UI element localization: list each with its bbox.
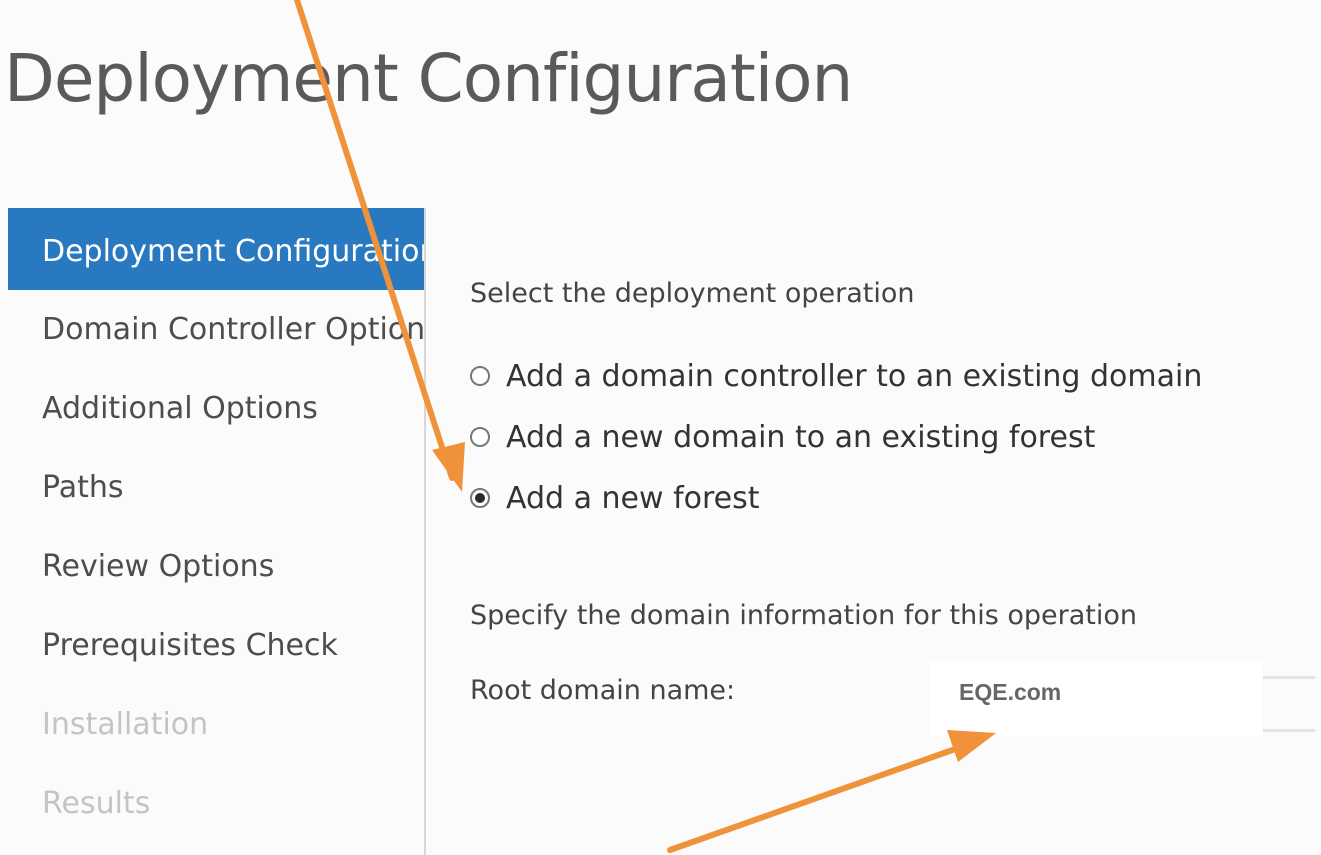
radio-label: Add a new forest (506, 480, 760, 516)
sidebar-item-review-options[interactable]: Review Options (8, 527, 424, 606)
sidebar-item-results: Results (42, 786, 151, 821)
sidebar-item-domain-controller-options[interactable]: Domain Controller Options (8, 290, 424, 369)
sidebar-item-paths[interactable]: Paths (8, 448, 424, 527)
radio-dot-icon (475, 493, 485, 503)
radio-add-new-domain[interactable]: Add a new domain to an existing forest (470, 415, 1095, 459)
sidebar-item-installation: Installation (42, 707, 209, 742)
wizard-content: Select the deployment operation Add a do… (470, 0, 1321, 855)
domain-info-heading: Specify the domain information for this … (470, 600, 1138, 631)
radio-label: Add a domain controller to an existing d… (506, 358, 1203, 394)
sidebar-item-deployment-configuration[interactable]: Deployment Configuration (8, 208, 424, 290)
root-domain-label: Root domain name: (470, 675, 736, 706)
radio-button-icon[interactable] (470, 427, 490, 447)
sidebar-item-prerequisites-check[interactable]: Prerequisites Check (8, 606, 424, 685)
input-edge-line (1263, 676, 1315, 679)
input-edge-line (1263, 729, 1315, 732)
wizard-sidebar: Deployment Configuration Domain Controll… (8, 208, 426, 855)
radio-button-selected-icon[interactable] (470, 488, 490, 508)
operation-heading: Select the deployment operation (470, 278, 915, 309)
root-domain-input[interactable] (930, 661, 1263, 737)
radio-label: Add a new domain to an existing forest (506, 419, 1096, 455)
sidebar-item-additional-options[interactable]: Additional Options (8, 369, 424, 448)
radio-add-domain-controller[interactable]: Add a domain controller to an existing d… (470, 354, 1202, 398)
radio-button-icon[interactable] (470, 366, 490, 386)
radio-add-new-forest[interactable]: Add a new forest (470, 476, 760, 520)
